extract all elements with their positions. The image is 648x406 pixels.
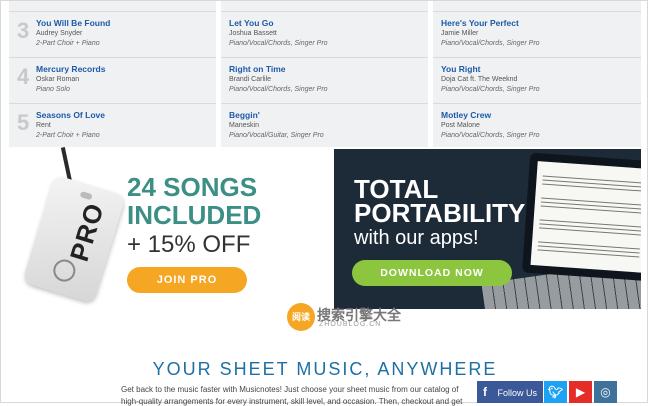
song-arrangement: 2-Part Choir + Piano <box>36 132 100 139</box>
facebook-follow-button[interactable]: f Follow Us <box>477 381 543 403</box>
section-description-2: high-quality arrangements for every inst… <box>121 397 463 406</box>
song-artist: Audrey Snyder <box>36 30 83 37</box>
song-arrangement: Piano/Vocal/Chords, Singer Pro <box>441 86 540 93</box>
chart-column-3: Here's Your Perfect Jamie Miller Piano/V… <box>433 1 641 147</box>
instagram-icon: ◎ <box>600 385 611 399</box>
youtube-button[interactable]: ▶ <box>569 381 592 403</box>
song-artist: Post Malone <box>441 122 480 129</box>
song-arrangement: 2-Part Choir + Piano <box>36 40 100 47</box>
pro-tag-graphic: PRO <box>22 174 126 304</box>
music-note-icon <box>50 256 79 285</box>
song-title-link[interactable]: Motley Crew <box>441 110 491 120</box>
list-item[interactable]: Motley Crew Post Malone Piano/Vocal/Chor… <box>433 103 641 149</box>
apps-subline: with our apps! <box>354 227 479 249</box>
list-item[interactable]: 5 Seasons Of Love Rent 2-Part Choir + Pi… <box>9 103 216 149</box>
song-arrangement: Piano/Vocal/Guitar, Singer Pro <box>229 132 324 139</box>
song-title-link[interactable]: Beggin' <box>229 110 260 120</box>
song-artist: Rent <box>36 122 51 129</box>
pro-promo-banner[interactable]: PRO 24 SONGS INCLUDED + 15% OFF JOIN PRO <box>9 147 333 309</box>
follow-us-label: Follow Us <box>497 388 538 398</box>
facebook-icon: f <box>483 385 487 399</box>
apps-promo-banner[interactable]: TOTAL PORTABILITY with our apps! DOWNLOA… <box>334 149 641 309</box>
list-item[interactable]: You Right Doja Cat ft. The Weeknd Piano/… <box>433 57 641 103</box>
rank-number: 5 <box>17 110 30 135</box>
chart-column-1: 3 You Will Be Found Audrey Snyder 2-Part… <box>9 1 216 147</box>
promo-headline-1: 24 SONGS <box>127 172 258 202</box>
song-arrangement: Piano/Vocal/Chords, Singer Pro <box>229 86 328 93</box>
song-title-link[interactable]: Let You Go <box>229 18 274 28</box>
song-title-link[interactable]: Seasons Of Love <box>36 110 105 120</box>
apps-headline-2: PORTABILITY <box>354 198 526 228</box>
song-arrangement: Piano/Vocal/Chords, Singer Pro <box>229 40 328 47</box>
song-artist: Oskar Roman <box>36 76 80 83</box>
song-arrangement: Piano/Vocal/Chords, Singer Pro <box>441 132 540 139</box>
promo-headline-2: INCLUDED <box>127 200 262 230</box>
twitter-button[interactable]: 🐦︎ <box>544 381 567 403</box>
song-title-link[interactable]: You Right <box>441 64 481 74</box>
rank-number: 4 <box>17 64 30 89</box>
section-title: YOUR SHEET MUSIC, ANYWHERE <box>152 359 498 379</box>
list-item[interactable]: Right on Time Brandi Carlile Piano/Vocal… <box>221 57 428 103</box>
chart-list: 3 You Will Be Found Audrey Snyder 2-Part… <box>9 1 641 147</box>
song-artist: Doja Cat ft. The Weeknd <box>441 76 518 83</box>
song-title-link[interactable]: You Will Be Found <box>36 18 110 28</box>
join-pro-button[interactable]: JOIN PRO <box>127 267 247 293</box>
instagram-button[interactable]: ◎ <box>594 381 617 403</box>
download-now-button[interactable]: DOWNLOAD NOW <box>352 260 512 286</box>
song-artist: Joshua Bassett <box>229 30 277 37</box>
list-item[interactable]: 3 You Will Be Found Audrey Snyder 2-Part… <box>9 11 216 57</box>
watermark-url: ZHOUBLOG.CN <box>319 321 382 328</box>
twitter-icon: 🐦︎ <box>547 385 564 399</box>
chart-column-2: Let You Go Joshua Bassett Piano/Vocal/Ch… <box>221 1 428 147</box>
watermark-logo: 阅读 <box>287 303 315 331</box>
song-artist: Brandi Carlile <box>229 76 272 83</box>
song-title-link[interactable]: Right on Time <box>229 64 286 74</box>
rank-number: 3 <box>17 18 30 43</box>
song-title-link[interactable]: Mercury Records <box>36 64 105 74</box>
song-artist: Maneskin <box>229 122 259 129</box>
sheet-music-screen <box>530 161 641 273</box>
tablet-graphic <box>521 152 641 282</box>
list-item[interactable]: Here's Your Perfect Jamie Miller Piano/V… <box>433 11 641 57</box>
pro-tag-label: PRO <box>63 199 110 265</box>
youtube-icon: ▶ <box>575 385 586 399</box>
song-arrangement: Piano/Vocal/Chords, Singer Pro <box>441 40 540 47</box>
song-title-link[interactable]: Here's Your Perfect <box>441 18 519 28</box>
song-artist: Jamie Miller <box>441 30 479 37</box>
list-item[interactable]: 4 Mercury Records Oskar Roman Piano Solo <box>9 57 216 103</box>
song-arrangement: Piano Solo <box>36 86 70 93</box>
promo-offer: + 15% OFF <box>127 231 251 258</box>
list-item[interactable]: Beggin' Maneskin Piano/Vocal/Guitar, Sin… <box>221 103 428 149</box>
list-item[interactable]: Let You Go Joshua Bassett Piano/Vocal/Ch… <box>221 11 428 57</box>
